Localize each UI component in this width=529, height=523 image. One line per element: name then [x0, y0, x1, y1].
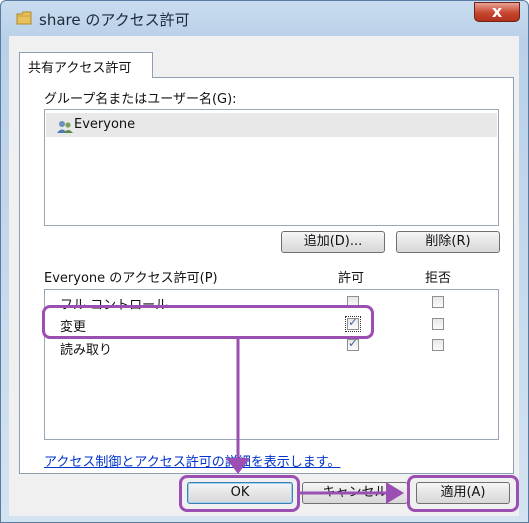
arrow-down-icon — [226, 458, 250, 474]
tab-share-permissions[interactable]: 共有アクセス許可 — [19, 52, 153, 78]
annotation-arrows — [226, 339, 404, 504]
tab-label: 共有アクセス許可 — [28, 61, 132, 76]
arrow-right-icon — [386, 482, 404, 504]
